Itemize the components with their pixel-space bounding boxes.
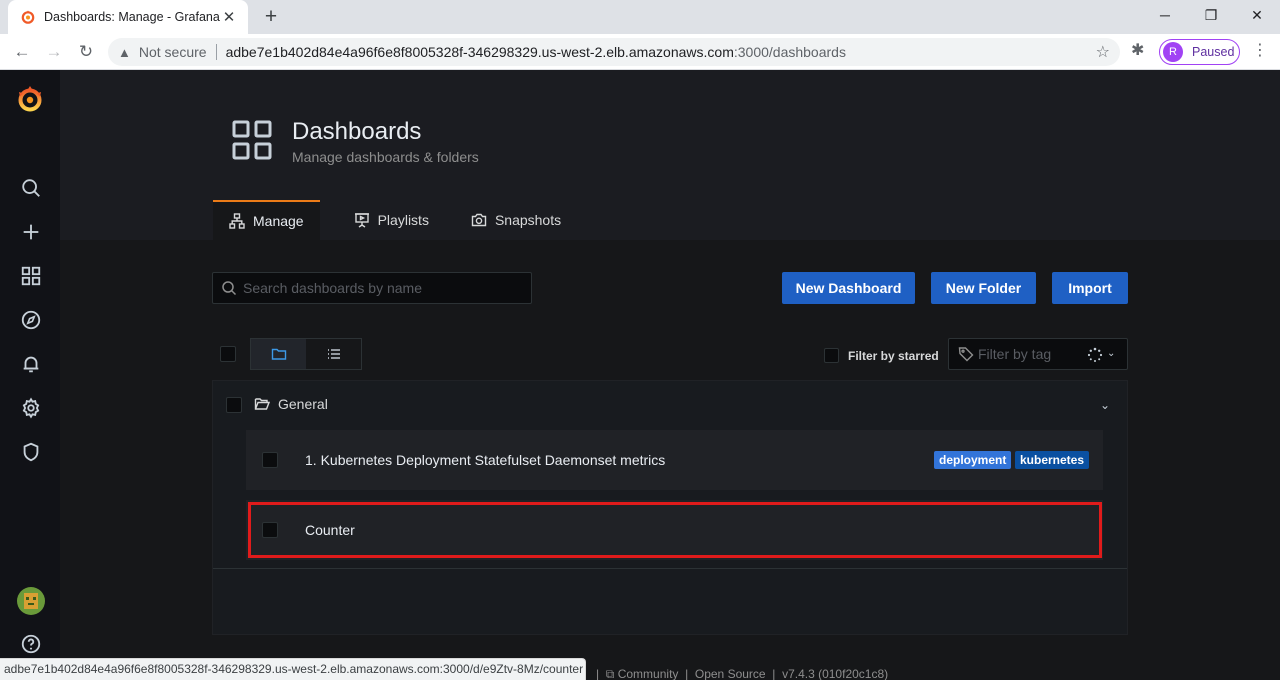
server-admin-shield-icon[interactable] <box>18 439 44 465</box>
url-host: adbe7e1b402d84e4a96f6e8f8005328f-3462983… <box>225 44 734 60</box>
restore-window-icon[interactable]: ❐ <box>1188 0 1234 30</box>
chevron-down-icon[interactable]: ⌄ <box>1107 348 1115 359</box>
back-arrow-icon[interactable]: ← <box>10 40 34 64</box>
address-separator <box>215 44 217 60</box>
profile-button[interactable]: R Paused <box>1159 39 1240 65</box>
tab-manage[interactable]: Manage <box>213 200 320 240</box>
loading-spinner-icon <box>1087 347 1103 362</box>
close-tab-icon[interactable]: ✕ <box>220 8 238 26</box>
sitemap-icon <box>229 213 245 229</box>
chevron-down-icon[interactable]: ⌄ <box>1100 398 1110 412</box>
side-menu <box>0 70 60 680</box>
footer-community-link[interactable]: Community <box>618 667 679 680</box>
browser-toolbar: ← → ↻ ▲ Not secure adbe7e1b402d84e4a96f6… <box>0 34 1280 70</box>
page-subtitle: Manage dashboards & folders <box>292 149 479 165</box>
user-avatar-icon[interactable] <box>17 587 45 615</box>
tab-manage-label: Manage <box>253 213 304 229</box>
folder-open-icon <box>254 398 270 410</box>
browser-tab-strip: Dashboards: Manage - Grafana ✕ + ─ ❐ ✕ <box>0 0 1280 34</box>
footer-version: v7.4.3 (010f20c1c8) <box>782 667 889 680</box>
tab-snapshots-label: Snapshots <box>494 212 562 228</box>
browser-menu-icon[interactable]: ⋮ <box>1252 40 1268 60</box>
tag-filter-placeholder: Filter by tag <box>978 346 1052 362</box>
footer-separator: | <box>685 667 689 680</box>
warning-icon[interactable]: ▲ <box>118 45 131 60</box>
tab-playlists[interactable]: Playlists <box>338 200 445 240</box>
close-window-icon[interactable]: ✕ <box>1234 0 1280 30</box>
list-divider <box>213 568 1127 569</box>
browser-status-bar: adbe7e1b402d84e4a96f6e8f8005328f-3462983… <box>0 658 586 680</box>
view-mode-toggle <box>250 338 362 370</box>
grafana-logo-icon[interactable] <box>15 84 45 114</box>
help-question-icon[interactable] <box>18 631 44 657</box>
url-path: :3000/dashboards <box>733 44 846 60</box>
minimize-window-icon[interactable]: ─ <box>1142 0 1188 30</box>
address-url[interactable]: adbe7e1b402d84e4a96f6e8f8005328f-3462983… <box>226 44 846 60</box>
footer: | ⧉ Community | Open Source | v7.4.3 (01… <box>596 667 888 680</box>
forward-arrow-icon[interactable]: → <box>42 40 66 64</box>
tag-icon <box>958 347 974 362</box>
highlight-box <box>248 502 1102 558</box>
profile-status: Paused <box>1192 45 1235 59</box>
bookmark-star-icon[interactable]: ☆ <box>1096 42 1110 62</box>
tab-snapshots[interactable]: Snapshots <box>455 200 577 240</box>
camera-icon <box>471 213 487 227</box>
folder-general[interactable]: General <box>254 396 328 412</box>
presentation-icon <box>354 213 369 228</box>
browser-tab-title: Dashboards: Manage - Grafana <box>44 10 220 24</box>
grafana-favicon-icon <box>21 10 35 24</box>
tag-deployment[interactable]: deployment <box>934 451 1012 469</box>
footer-separator: | <box>596 667 600 680</box>
import-button[interactable]: Import <box>1052 272 1128 304</box>
search-icon[interactable] <box>18 175 44 201</box>
tab-playlists-label: Playlists <box>377 212 429 228</box>
filter-starred-checkbox[interactable] <box>824 348 839 363</box>
tag-kubernetes[interactable]: kubernetes <box>1015 451 1090 469</box>
folder-icon <box>271 348 286 360</box>
explore-compass-icon[interactable] <box>18 307 44 333</box>
community-icon: ⧉ <box>605 667 615 680</box>
new-dashboard-button[interactable]: New Dashboard <box>782 272 915 304</box>
alerting-bell-icon[interactable] <box>18 351 44 377</box>
extensions-puzzle-icon[interactable]: ✱ <box>1131 40 1144 60</box>
dashboard-row-kubernetes-title[interactable]: 1. Kubernetes Deployment Statefulset Dae… <box>305 452 665 468</box>
dashboards-grid-icon[interactable] <box>18 263 44 289</box>
folder-view-button[interactable] <box>251 339 306 369</box>
avatar: R <box>1163 42 1183 62</box>
security-label[interactable]: Not secure <box>139 44 207 60</box>
reload-icon[interactable]: ↻ <box>74 40 98 64</box>
footer-separator: | <box>772 667 776 680</box>
configuration-gear-icon[interactable] <box>18 395 44 421</box>
new-folder-button[interactable]: New Folder <box>931 272 1036 304</box>
browser-tab-grafana[interactable]: Dashboards: Manage - Grafana ✕ <box>8 0 248 34</box>
filter-starred-label[interactable]: Filter by starred <box>848 349 939 363</box>
search-dashboards[interactable] <box>212 272 532 304</box>
select-all-checkbox[interactable] <box>220 346 236 362</box>
list-view-button[interactable] <box>306 339 361 369</box>
create-plus-icon[interactable] <box>18 219 44 245</box>
folder-general-label: General <box>278 396 328 412</box>
dashboard-row-kubernetes-checkbox[interactable] <box>262 452 278 468</box>
folder-general-checkbox[interactable] <box>226 397 242 413</box>
dashboards-header-icon <box>232 120 272 160</box>
list-icon <box>327 349 340 359</box>
tag-filter-select[interactable]: Filter by tag ⌄ <box>948 338 1128 370</box>
new-tab-icon[interactable]: + <box>258 4 284 30</box>
footer-open-source-link[interactable]: Open Source <box>695 667 766 680</box>
page-title: Dashboards <box>292 118 422 145</box>
search-input[interactable] <box>243 280 523 296</box>
address-bar[interactable]: ▲ Not secure adbe7e1b402d84e4a96f6e8f800… <box>108 38 1120 66</box>
page-tabs: Manage Playlists Snapshots <box>213 200 577 240</box>
search-icon <box>222 281 237 296</box>
